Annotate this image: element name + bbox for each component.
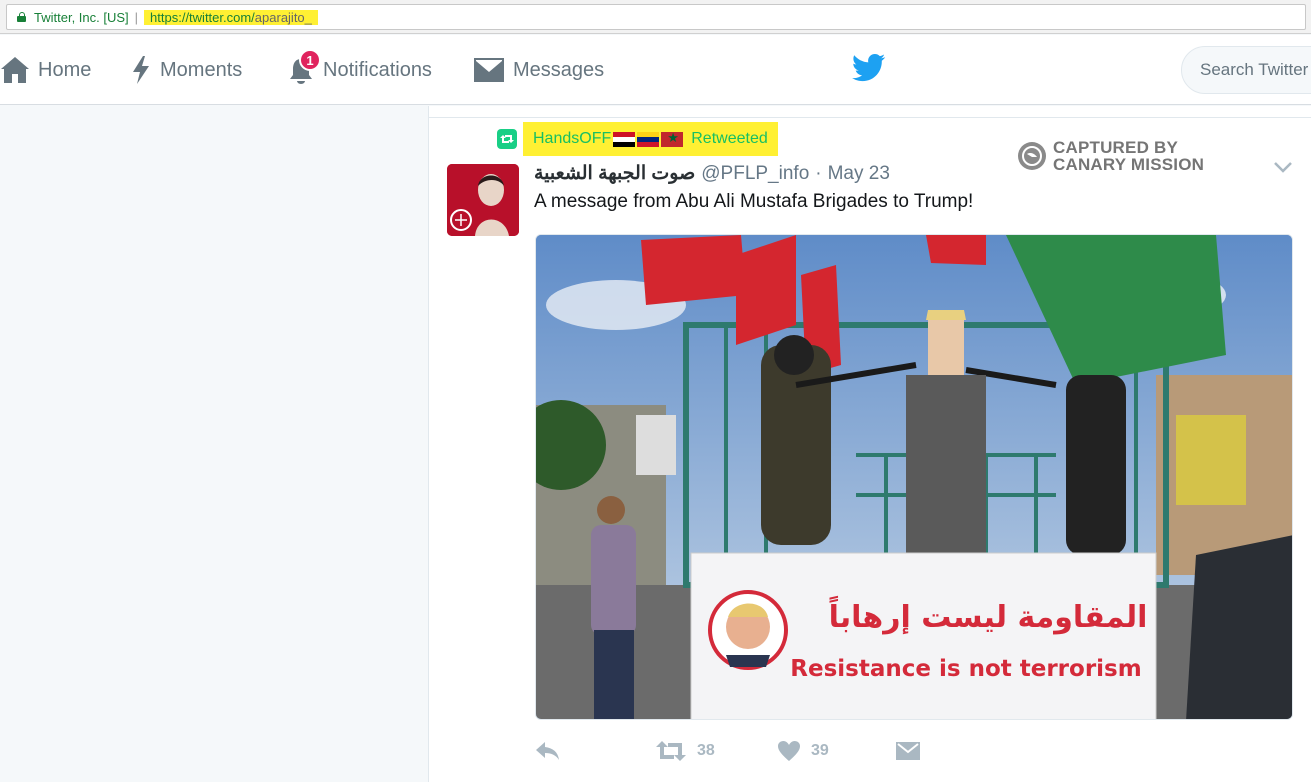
nav-moments[interactable]: Moments: [130, 35, 242, 105]
tweet-text: A message from Abu Ali Mustafa Brigades …: [534, 191, 974, 212]
lightning-icon: [133, 56, 149, 84]
envelope-icon: [896, 742, 920, 760]
banner-arabic-text: المقاومة ليست إرهاباً: [829, 595, 1148, 635]
canary-logo-icon: [1018, 142, 1046, 170]
venezuela-flag-icon: [637, 131, 660, 147]
reply-button[interactable]: [535, 736, 561, 766]
home-icon: [1, 57, 29, 83]
retweet-icon: [497, 129, 517, 149]
lock-icon: [17, 12, 26, 22]
retweet-context: HandsOFF Retweeted: [497, 122, 778, 156]
author-handle[interactable]: @PFLP_info: [701, 163, 809, 185]
left-column: [0, 106, 428, 782]
search-placeholder: Search Twitter: [1200, 60, 1309, 79]
top-navigation: Home Moments 1 Notifications Messages Se…: [0, 35, 1311, 105]
morocco-flag-icon: [661, 130, 684, 147]
retweet-count: 38: [697, 742, 715, 759]
retweet-action-icon: [656, 741, 686, 761]
url-text[interactable]: https://twitter.com/aparajito_: [144, 9, 318, 25]
browser-address-bar: Twitter, Inc. [US] | https://twitter.com…: [0, 0, 1311, 34]
tweet-photo[interactable]: المقاومة ليست إرهاباً Resistance is not …: [535, 234, 1293, 720]
security-label: Twitter, Inc. [US]: [34, 9, 129, 25]
retweeted-label: Retweeted: [691, 130, 768, 147]
tweet-header: صوت الجبهة الشعبية @PFLP_info · May 23: [534, 162, 890, 185]
nav-home[interactable]: Home: [0, 35, 91, 105]
chevron-down-icon[interactable]: [1273, 160, 1293, 174]
tweet-actions: 38 39: [535, 736, 935, 766]
retweeted-by-highlight[interactable]: HandsOFF Retweeted: [523, 122, 778, 156]
like-count: 39: [811, 742, 829, 759]
nav-notifications[interactable]: 1 Notifications: [287, 35, 432, 105]
direct-message-button[interactable]: [895, 736, 921, 766]
watermark-line2: CANARY MISSION: [1053, 155, 1205, 174]
twitter-bird-icon[interactable]: [852, 53, 886, 83]
nav-moments-label: Moments: [160, 58, 243, 81]
search-input[interactable]: Search Twitter: [1181, 46, 1311, 94]
divider: [428, 117, 1311, 118]
nav-messages[interactable]: Messages: [473, 35, 604, 105]
like-button[interactable]: 39: [777, 736, 829, 766]
egypt-flag-icon: [613, 131, 636, 147]
url-separator: |: [134, 9, 139, 25]
header-dot-separator: ·: [815, 162, 822, 184]
author-name[interactable]: صوت الجبهة الشعبية: [534, 162, 695, 185]
nav-notifications-label: Notifications: [323, 58, 432, 81]
tweet-date[interactable]: May 23: [828, 163, 890, 185]
captured-watermark: CAPTURED BY CANARY MISSION: [1018, 139, 1204, 173]
avatar[interactable]: [447, 164, 519, 236]
retweeter-name: HandsOFF: [533, 130, 612, 147]
retweet-button[interactable]: 38: [655, 736, 715, 766]
nav-messages-label: Messages: [513, 58, 605, 81]
reply-icon: [536, 742, 559, 760]
notification-count-badge: 1: [299, 49, 321, 71]
heart-icon: [778, 741, 800, 761]
banner-english-text: Resistance is not terrorism: [790, 656, 1141, 682]
envelope-icon: [474, 58, 504, 82]
nav-home-label: Home: [38, 58, 92, 81]
url-field[interactable]: Twitter, Inc. [US] | https://twitter.com…: [6, 4, 1306, 30]
